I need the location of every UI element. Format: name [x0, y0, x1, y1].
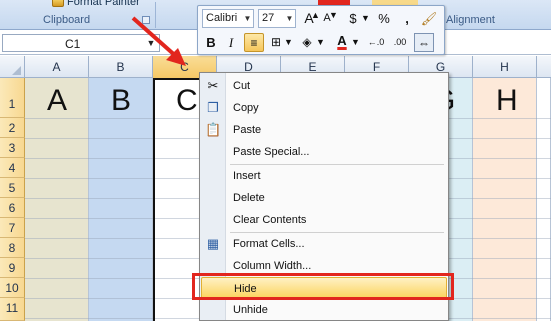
menu-item-label: Paste	[233, 124, 262, 136]
format-cells-icon: ▦	[206, 236, 220, 251]
italic-button[interactable]: I	[223, 33, 239, 52]
menu-item-label: Format Cells...	[233, 238, 305, 250]
grow-arrow-glyph: ▲	[311, 10, 320, 20]
menu-item-label: Delete	[233, 192, 265, 204]
menu-item-insert[interactable]: Insert	[201, 165, 447, 187]
chevron-down-icon[interactable]: ▼	[284, 10, 295, 27]
comma-style-button[interactable]: ,	[401, 9, 413, 28]
shrink-arrow-glyph: ▼	[329, 10, 338, 20]
menu-item-label: Paste Special...	[233, 146, 310, 158]
menu-item-label: Insert	[233, 170, 261, 182]
menu-item-cut[interactable]: ✂ Cut	[201, 75, 447, 97]
scissors-icon: ✂	[207, 78, 219, 93]
menu-item-clear-contents[interactable]: Clear Contents	[201, 209, 447, 231]
mini-toolbar: Calibri ▼ 27 ▼ A ▲ A ▼ $ ▼ % , 🖌 B I ≡ ⊞…	[197, 5, 445, 55]
borders-icon[interactable]: ⊞	[268, 33, 284, 52]
paste-icon: 📋	[205, 122, 222, 137]
percent-button[interactable]: %	[376, 9, 392, 28]
decrease-decimal-icon[interactable]: .00	[390, 33, 410, 52]
chevron-down-icon[interactable]: ▼	[284, 33, 293, 52]
chevron-down-icon[interactable]: ▼	[316, 33, 325, 52]
menu-item-label: Cut	[233, 80, 251, 92]
chevron-down-icon[interactable]: ▼	[242, 10, 253, 27]
menu-item-paste[interactable]: 📋 Paste	[201, 119, 447, 141]
font-name-value: Calibri	[206, 12, 238, 24]
format-painter-icon[interactable]: 🖌	[420, 9, 438, 28]
copy-icon: ❐	[207, 100, 219, 115]
font-size-value: 27	[262, 12, 275, 24]
highlight-box	[192, 273, 454, 300]
currency-button[interactable]: $	[346, 9, 360, 28]
fill-color-icon[interactable]: ◈	[299, 33, 315, 52]
menu-item-paste-special[interactable]: Paste Special...	[201, 141, 447, 163]
center-align-icon[interactable]: ≡	[244, 33, 264, 52]
chevron-down-icon[interactable]: ▼	[361, 9, 370, 28]
menu-item-label: Clear Contents	[233, 214, 307, 226]
font-name-field[interactable]: Calibri ▼	[202, 9, 254, 28]
menu-item-format-cells[interactable]: ▦ Format Cells...	[201, 233, 447, 255]
menu-item-label: Copy	[233, 102, 259, 114]
menu-item-delete[interactable]: Delete	[201, 187, 447, 209]
increase-decimal-icon[interactable]: ←.0	[366, 33, 386, 52]
bold-button[interactable]: B	[202, 33, 220, 52]
merge-center-icon[interactable]: ⇔	[414, 33, 434, 52]
font-color-button[interactable]: A	[334, 31, 350, 50]
menu-item-copy[interactable]: ❐ Copy	[201, 97, 447, 119]
chevron-down-icon[interactable]: ▼	[351, 33, 360, 52]
font-size-field[interactable]: 27 ▼	[258, 9, 296, 28]
menu-item-unhide[interactable]: Unhide	[201, 299, 447, 321]
arrow-shaft	[131, 16, 180, 60]
menu-item-label: Unhide	[233, 304, 268, 316]
